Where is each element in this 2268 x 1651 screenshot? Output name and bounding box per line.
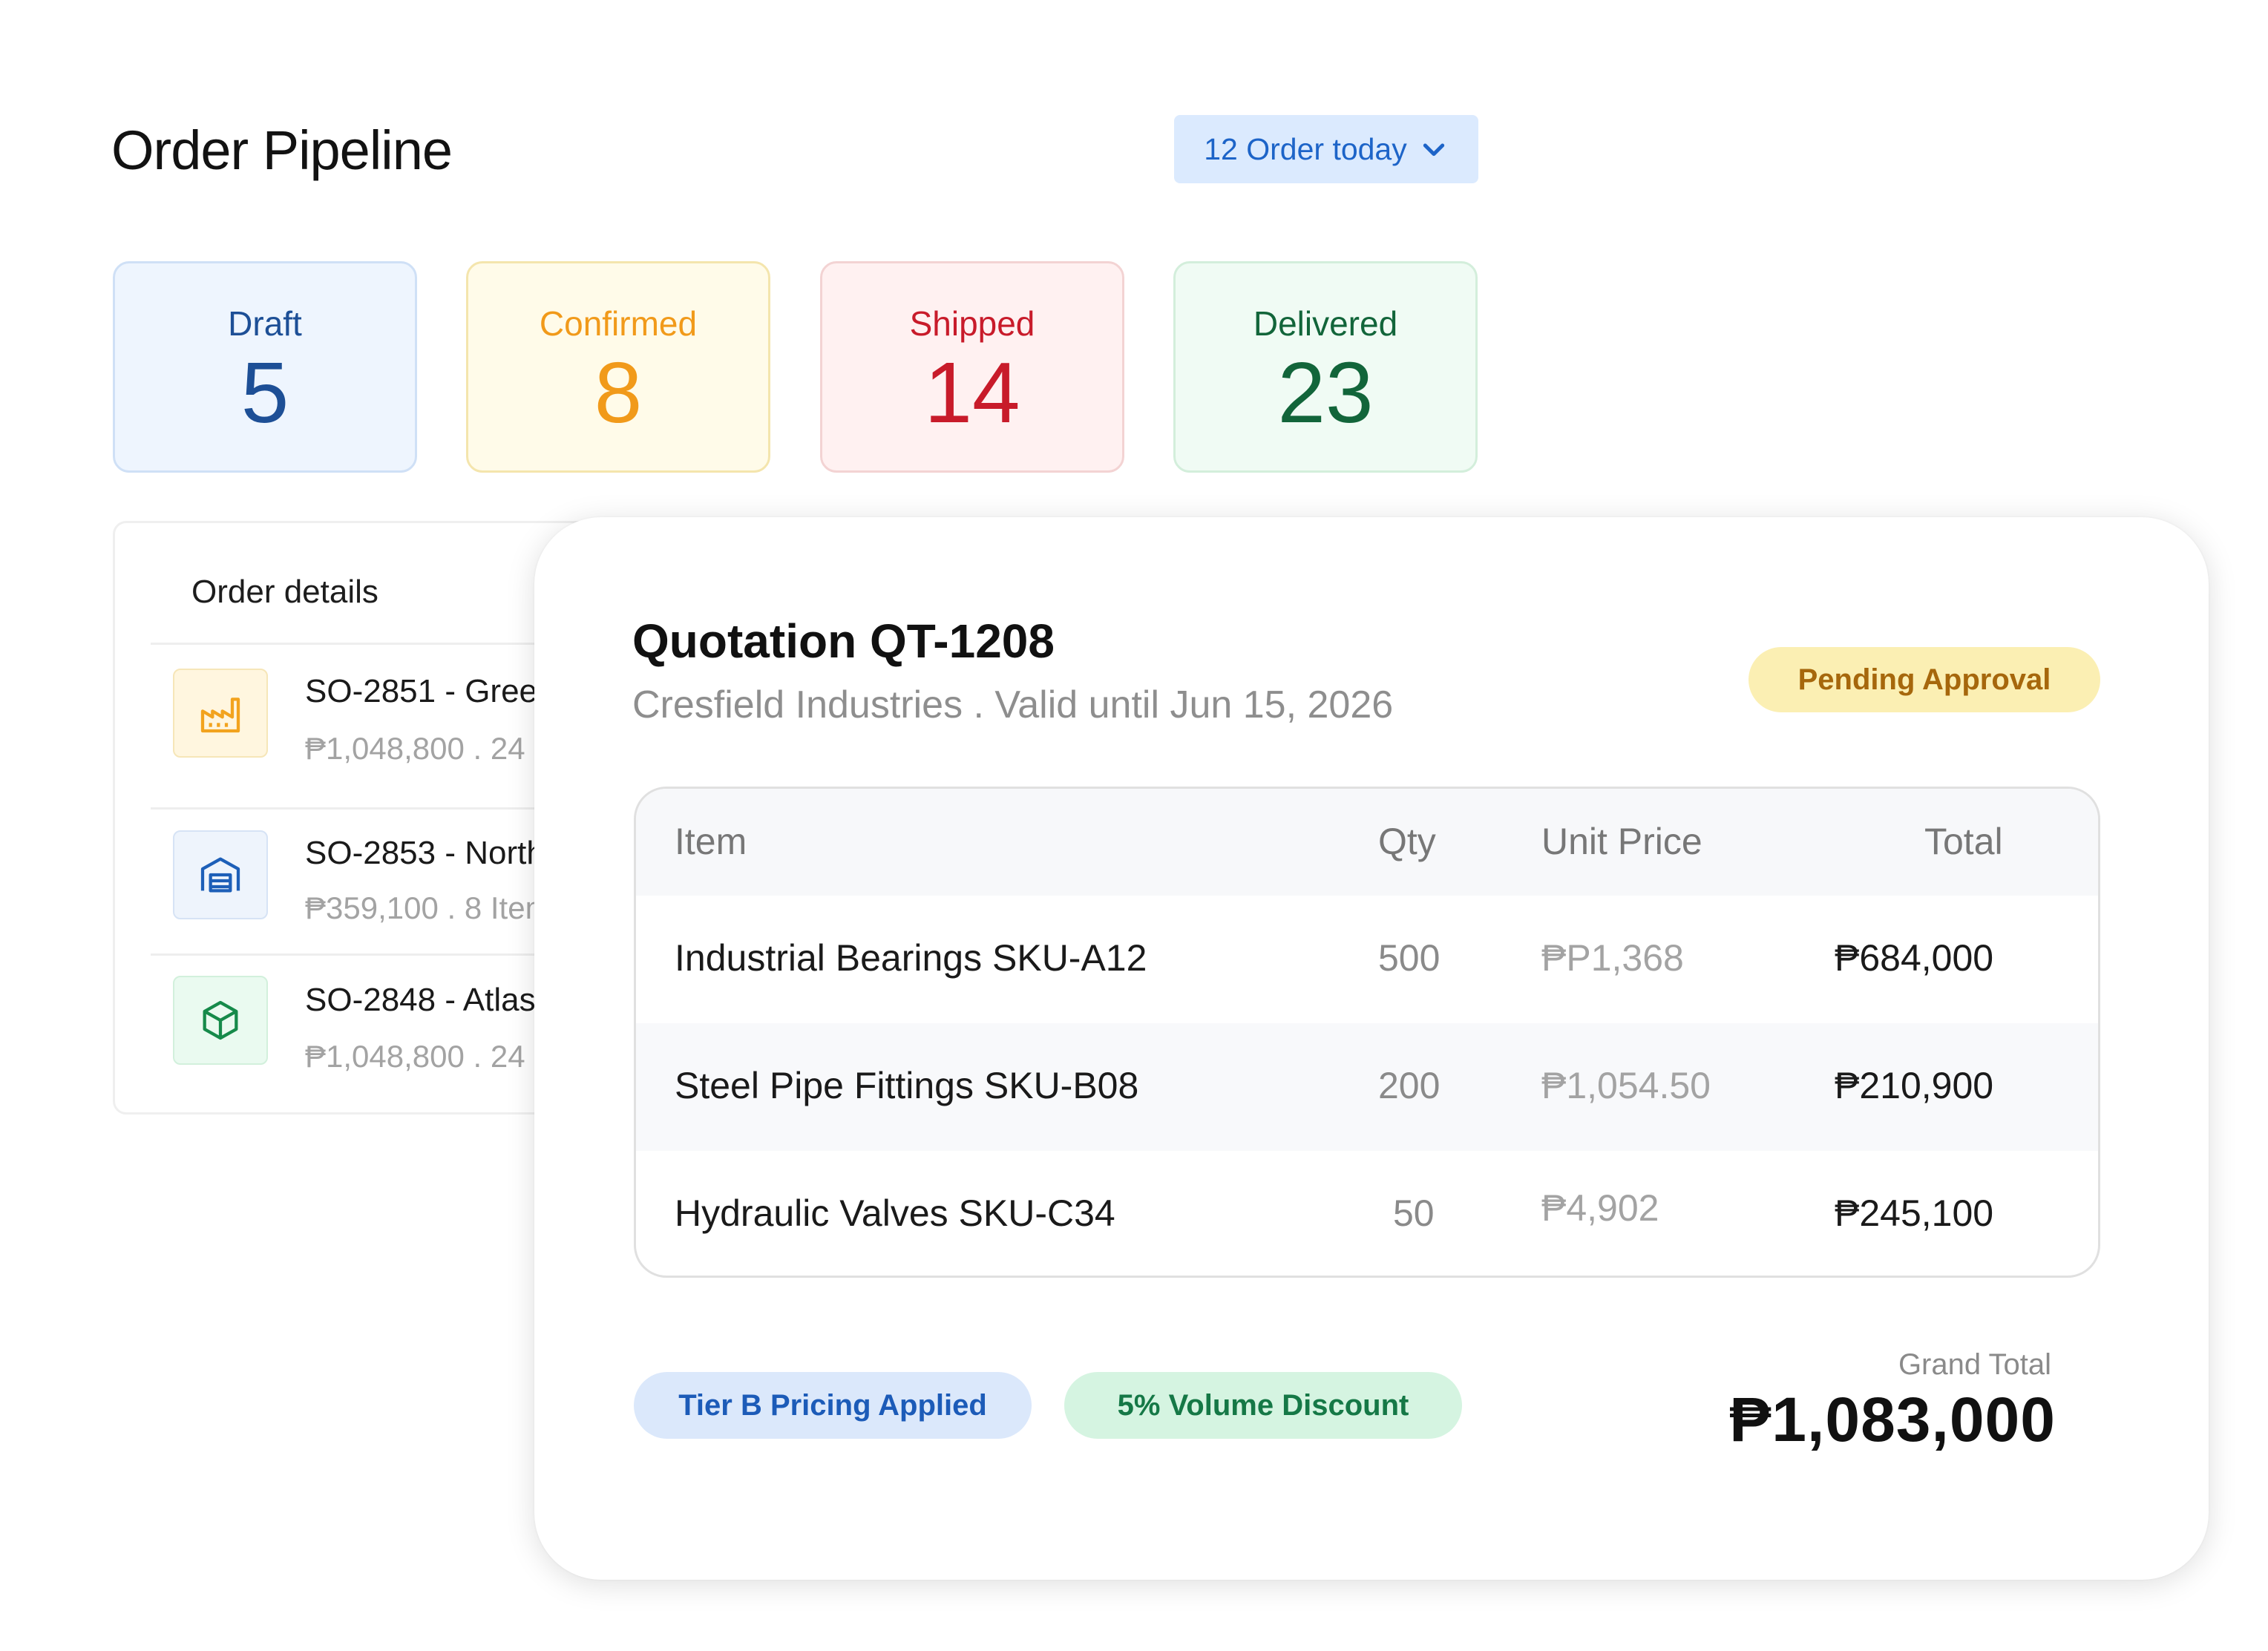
divider (151, 807, 596, 810)
cell-total: ₱245,100 (1835, 1192, 1994, 1234)
quotation-items-table: Item Qty Unit Price Total Industrial Bea… (634, 787, 2100, 1278)
status-badge: Pending Approval (1748, 647, 2100, 712)
column-header-item: Item (675, 821, 747, 862)
divider (151, 643, 596, 645)
cell-item: Hydraulic Valves SKU-C34 (675, 1192, 1115, 1234)
factory-icon (173, 669, 268, 758)
order-subtitle: ₱1,048,800 . 24 It (305, 731, 551, 766)
cell-total: ₱210,900 (1835, 1065, 1994, 1106)
stat-label: Shipped (909, 304, 1035, 343)
stat-card-shipped[interactable]: Shipped 14 (820, 261, 1124, 473)
order-subtitle: ₱1,048,800 . 24 It (305, 1039, 551, 1074)
column-header-unit-price: Unit Price (1541, 821, 1702, 862)
cell-total: ₱684,000 (1835, 937, 1994, 979)
order-list-item[interactable]: SO-2848 - Atlas I ₱1,048,800 . 24 It (151, 967, 596, 1108)
package-icon (173, 976, 268, 1065)
grand-total-label: Grand Total (1898, 1348, 2051, 1381)
cell-unit-price: ₱4,902 (1541, 1187, 1659, 1229)
stat-card-confirmed[interactable]: Confirmed 8 (466, 261, 770, 473)
warehouse-icon (173, 830, 268, 919)
cell-qty: 200 (1378, 1065, 1441, 1106)
order-title: SO-2851 - Green (305, 673, 556, 709)
quotation-card: Quotation QT-1208 Cresfield Industries .… (534, 517, 2209, 1580)
stat-value: 5 (240, 344, 289, 441)
orders-today-label: 12 Order today (1204, 131, 1407, 166)
cell-qty: 500 (1378, 937, 1441, 979)
orders-today-dropdown[interactable]: 12 Order today (1174, 115, 1478, 183)
cell-item: Steel Pipe Fittings SKU-B08 (675, 1065, 1139, 1106)
order-subtitle: ₱359,100 . 8 Item (305, 890, 551, 925)
discount-tag: 5% Volume Discount (1064, 1372, 1462, 1439)
chevron-down-icon (1423, 143, 1444, 157)
order-details-title: Order details (191, 574, 378, 610)
stat-label: Confirmed (539, 304, 698, 343)
stat-value: 8 (594, 344, 643, 441)
quotation-subtitle: Cresfield Industries . Valid until Jun 1… (632, 683, 1394, 726)
stat-value: 14 (924, 344, 1020, 441)
stat-label: Draft (228, 304, 302, 343)
stat-card-draft[interactable]: Draft 5 (113, 261, 417, 473)
table-row: Hydraulic Valves SKU-C34 50 ₱4,902 ₱245,… (636, 1151, 2098, 1276)
column-header-qty: Qty (1378, 821, 1436, 862)
table-header: Item Qty Unit Price Total (636, 789, 2098, 896)
divider (151, 953, 596, 956)
order-list-item[interactable]: SO-2851 - Green ₱1,048,800 . 24 It (151, 657, 596, 798)
column-header-total: Total (1924, 821, 2003, 862)
order-title: SO-2853 - North (305, 835, 545, 871)
stat-card-delivered[interactable]: Delivered 23 (1173, 261, 1478, 473)
page-title: Order Pipeline (111, 119, 453, 181)
cell-item: Industrial Bearings SKU-A12 (675, 937, 1147, 979)
table-row: Steel Pipe Fittings SKU-B08 200 ₱1,054.5… (636, 1023, 2098, 1151)
grand-total-value: ₱1,083,000 (1729, 1385, 2056, 1454)
pricing-tag: Tier B Pricing Applied (634, 1372, 1032, 1439)
quotation-title: Quotation QT-1208 (632, 614, 1055, 668)
stat-label: Delivered (1253, 304, 1398, 343)
table-row: Industrial Bearings SKU-A12 500 ₱P1,368 … (636, 896, 2098, 1023)
order-title: SO-2848 - Atlas I (305, 982, 554, 1018)
order-list-item[interactable]: SO-2853 - North ₱359,100 . 8 Item (151, 820, 596, 961)
cell-unit-price: ₱P1,368 (1541, 937, 1684, 979)
cell-unit-price: ₱1,054.50 (1541, 1065, 1711, 1106)
cell-qty: 50 (1393, 1192, 1435, 1234)
stat-value: 23 (1277, 344, 1374, 441)
